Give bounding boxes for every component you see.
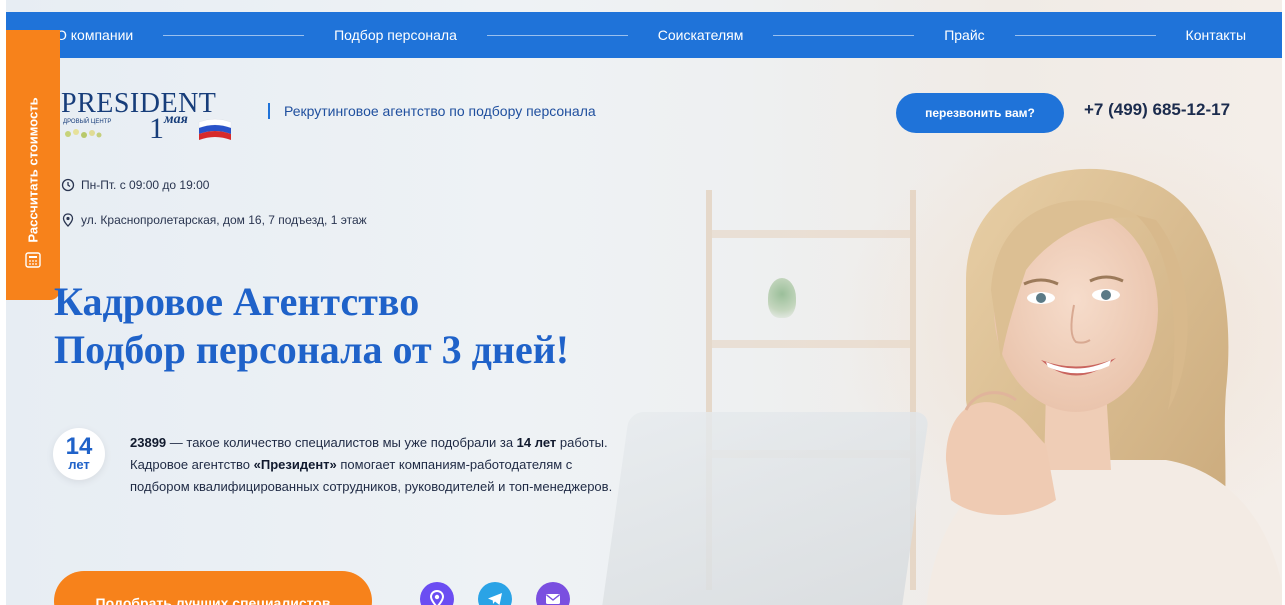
hero-title: Кадровое Агентство Подбор персонала от 3… [54,278,569,374]
office-address: ул. Краснопролетарская, дом 16, 7 подъез… [61,213,367,227]
phone-number[interactable]: +7 (499) 685-12-17 [1084,100,1230,120]
years-badge: 14 лет [53,428,105,480]
nav-recruitment[interactable]: Подбор персонала [334,27,457,43]
background-plant [768,278,796,318]
logo-may: мая [164,112,188,127]
map-pin-icon [429,590,445,605]
header-tagline: Рекрутинговое агентство по подбору персо… [268,103,596,119]
logo-wordmark: PRESIDENT [61,88,217,119]
calculate-cost-tab[interactable]: Рассчитать стоимость [6,30,60,300]
map-pin-button[interactable] [420,582,454,605]
desc-text: работы. [556,435,608,450]
top-navigation: О компании Подбор персонала Соискателям … [6,12,1282,58]
calculate-cost-label: Рассчитать стоимость [25,97,41,243]
logo-subtitle: ДРОВЫЙ ЦЕНТР [63,119,112,125]
calculator-icon [25,252,41,268]
desc-years: 14 лет [516,435,557,450]
callback-button[interactable]: перезвонить вам? [896,93,1064,133]
desc-text: помогает компаниям-работодателям с [336,457,573,472]
desc-text: подбором квалифицированных сотрудников, … [130,479,613,494]
working-hours: Пн-Пт. с 09:00 до 19:00 [61,178,209,192]
hero-title-line1: Кадровое Агентство [54,279,420,324]
hero-title-line2: Подбор персонала от 3 дней! [54,327,570,372]
location-icon [62,213,74,227]
hero-woman-image [926,168,1282,605]
nav-contacts[interactable]: Контакты [1186,27,1246,43]
telegram-button[interactable] [478,582,512,605]
hero-description: 23899 — такое количество специалистов мы… [130,432,770,498]
nav-divider [163,34,305,36]
nav-divider [486,34,628,36]
nav-divider [1014,34,1156,36]
nav-job-seekers[interactable]: Соискателям [658,27,744,43]
years-badge-number: 14 [65,433,93,460]
logo-flowers-icon [65,129,102,138]
clock-icon [61,178,75,192]
nav-about[interactable]: О компании [56,27,133,43]
desc-brand: «Президент» [253,457,337,472]
specialists-count: 23899 [130,435,167,450]
find-specialists-button[interactable]: Подобрать лучших специалистов [54,571,372,605]
mail-icon [546,594,560,604]
nav-divider [773,34,915,36]
page: О компании Подбор персонала Соискателям … [6,0,1282,605]
years-badge-unit: лет [68,457,90,472]
desc-text: Кадровое агентство [130,457,254,472]
desc-text: — такое количество специалистов мы уже п… [166,435,517,450]
office-address-text: ул. Краснопролетарская, дом 16, 7 подъез… [81,213,367,227]
mail-button[interactable] [536,582,570,605]
russian-flag-icon [198,118,232,140]
nav-prices[interactable]: Прайс [944,27,984,43]
company-logo[interactable]: PRESIDENT ДРОВЫЙ ЦЕНТР 1 мая [61,88,241,150]
working-hours-text: Пн-Пт. с 09:00 до 19:00 [81,178,210,192]
telegram-icon [488,593,502,605]
logo-number: 1 [149,112,164,145]
